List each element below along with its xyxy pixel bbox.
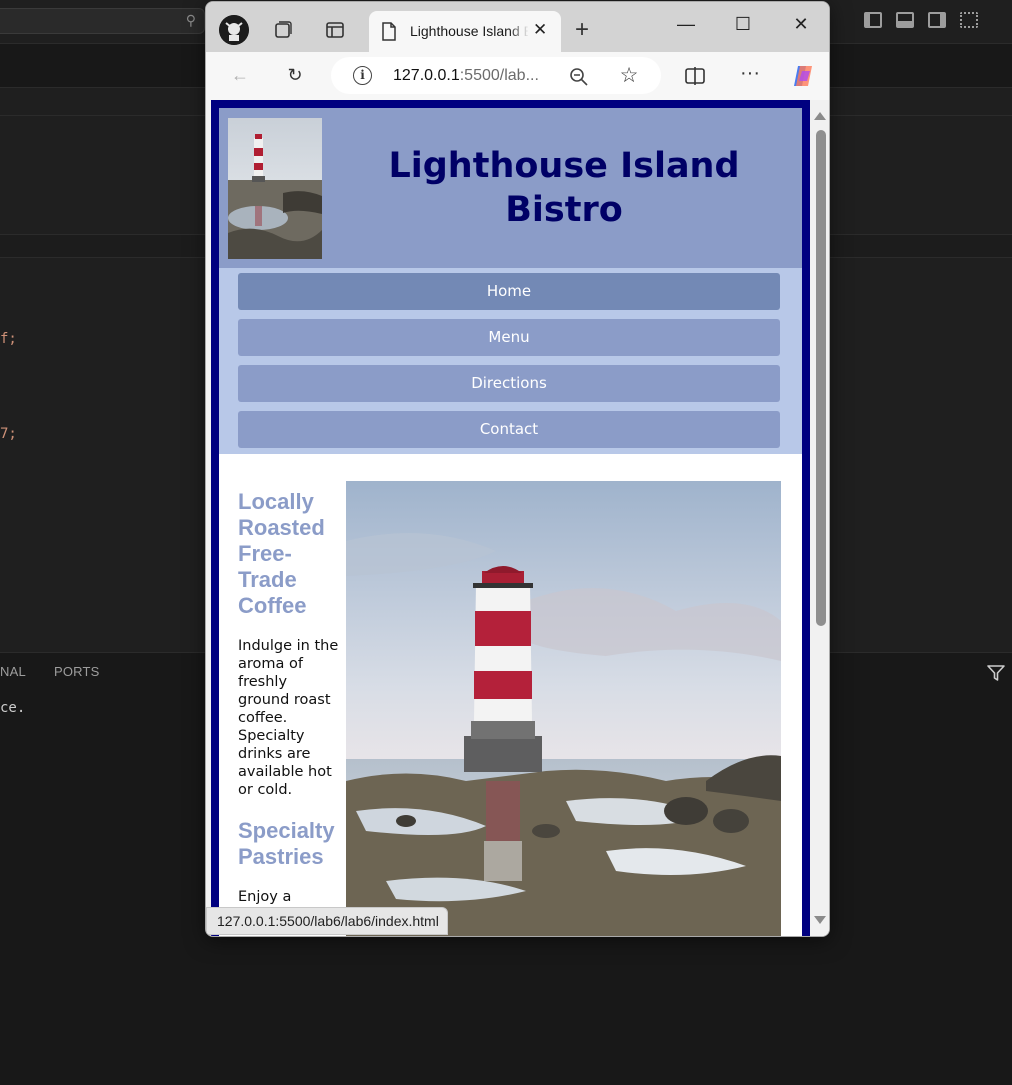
scroll-down-arrow-icon[interactable] xyxy=(814,916,826,924)
site-title-line: Lighthouse Island xyxy=(388,146,740,186)
tab-close-icon[interactable]: ✕ xyxy=(533,20,547,40)
code-line: 7; xyxy=(0,426,17,442)
address-bar[interactable]: i 127.0.0.1:5500/lab... ☆ xyxy=(331,57,661,94)
editor-command-search[interactable]: ⚲ xyxy=(0,8,205,34)
url-path: :5500/lab... xyxy=(459,67,539,84)
layout-controls xyxy=(864,12,978,28)
heading-line: Roasted xyxy=(238,515,325,540)
heading-line: Pastries xyxy=(238,844,324,869)
tab-title-fade xyxy=(509,19,529,43)
url-host: 127.0.0.1 xyxy=(393,67,460,84)
nav-contact[interactable]: Contact xyxy=(238,411,780,448)
scroll-thumb[interactable] xyxy=(816,130,826,626)
code-value: f; xyxy=(0,331,17,347)
text-line: drinks are xyxy=(238,746,311,762)
pastries-heading: Specialty Pastries xyxy=(238,818,348,870)
browser-toolbar: ← ↻ i 127.0.0.1:5500/lab... ☆ ··· xyxy=(206,52,829,100)
page-icon xyxy=(382,22,396,41)
search-icon: ⚲ xyxy=(185,12,196,28)
profile-avatar[interactable] xyxy=(219,15,249,45)
copilot-icon[interactable] xyxy=(790,63,816,89)
reload-icon[interactable]: ↻ xyxy=(283,65,307,86)
toggle-primary-sidebar-icon[interactable] xyxy=(864,12,882,28)
back-arrow-icon[interactable]: ← xyxy=(228,65,252,86)
zoom-out-icon[interactable] xyxy=(569,67,589,87)
coffee-heading: Locally Roasted Free- Trade Coffee xyxy=(238,489,348,619)
heading-line: Locally xyxy=(238,489,314,514)
avatar-icon xyxy=(219,15,249,45)
header-lighthouse-photo xyxy=(228,118,322,259)
page-viewport: Lighthouse Island Bistro Home Menu Direct… xyxy=(211,100,829,936)
browser-window: Lighthouse Island Bistro ✕ + — ☐ ✕ ← ↻ i… xyxy=(205,1,830,937)
panel-tab-terminal[interactable]: NAL xyxy=(0,664,26,679)
text-line: Enjoy a xyxy=(238,889,292,905)
heading-line: Free- xyxy=(238,541,292,566)
code-line: f; xyxy=(0,331,17,347)
site-header: Lighthouse Island Bistro xyxy=(219,108,802,268)
maximize-icon[interactable]: ☐ xyxy=(728,14,758,35)
site-nav: Home Menu Directions Contact xyxy=(219,268,802,454)
code-value: 7; xyxy=(0,426,17,442)
text-line: available hot xyxy=(238,764,332,780)
text-line: or cold. xyxy=(238,782,293,798)
site-title: Lighthouse Island Bistro xyxy=(369,144,759,232)
toggle-panel-icon[interactable] xyxy=(896,12,914,28)
scroll-up-arrow-icon[interactable] xyxy=(814,112,826,120)
new-tab-icon[interactable]: + xyxy=(575,16,589,44)
nav-menu[interactable]: Menu xyxy=(238,319,780,356)
workspaces-icon[interactable] xyxy=(272,19,294,41)
text-line: aroma of xyxy=(238,656,303,672)
minimize-icon[interactable]: — xyxy=(671,14,701,35)
text-line: ground roast xyxy=(238,692,331,708)
pastries-description: Enjoy a xyxy=(238,888,346,906)
customize-layout-icon[interactable] xyxy=(960,12,978,28)
text-line: Indulge in the xyxy=(238,638,339,654)
split-screen-icon[interactable] xyxy=(684,66,706,86)
browser-tab-active[interactable]: Lighthouse Island Bistro ✕ xyxy=(369,11,561,52)
heading-line: Specialty xyxy=(238,818,335,843)
browser-tab-bar: Lighthouse Island Bistro ✕ + — ☐ ✕ xyxy=(206,2,829,52)
site-info-icon[interactable]: i xyxy=(353,66,372,85)
panel-output-text: ce. xyxy=(0,700,26,716)
text-line: freshly xyxy=(238,674,288,690)
coffee-description: Indulge in the aroma of freshly ground r… xyxy=(238,637,346,799)
more-icon[interactable]: ··· xyxy=(738,62,762,85)
toggle-secondary-sidebar-icon[interactable] xyxy=(928,12,946,28)
star-icon[interactable]: ☆ xyxy=(617,63,641,88)
address-text[interactable]: 127.0.0.1:5500/lab... xyxy=(393,67,539,85)
panel-tab-ports[interactable]: PORTS xyxy=(54,664,100,679)
heading-line: Coffee xyxy=(238,593,307,618)
text-line: coffee. xyxy=(238,710,288,726)
nav-directions[interactable]: Directions xyxy=(238,365,780,402)
main-content: Locally Roasted Free- Trade Coffee Indul… xyxy=(219,454,802,936)
page-wrapper: Lighthouse Island Bistro Home Menu Direct… xyxy=(211,100,810,936)
link-status-bar: 127.0.0.1:5500/lab6/lab6/index.html xyxy=(206,907,448,935)
nav-home[interactable]: Home xyxy=(238,273,780,310)
site-title-line: Bistro xyxy=(505,190,623,230)
vertical-tabs-icon[interactable] xyxy=(324,19,346,41)
close-window-icon[interactable]: ✕ xyxy=(786,14,816,35)
filter-icon[interactable] xyxy=(986,664,1006,682)
page-scrollbar[interactable] xyxy=(810,100,829,936)
hero-lighthouse-photo xyxy=(346,481,781,936)
heading-line: Trade xyxy=(238,567,297,592)
text-line: Specialty xyxy=(238,728,305,744)
